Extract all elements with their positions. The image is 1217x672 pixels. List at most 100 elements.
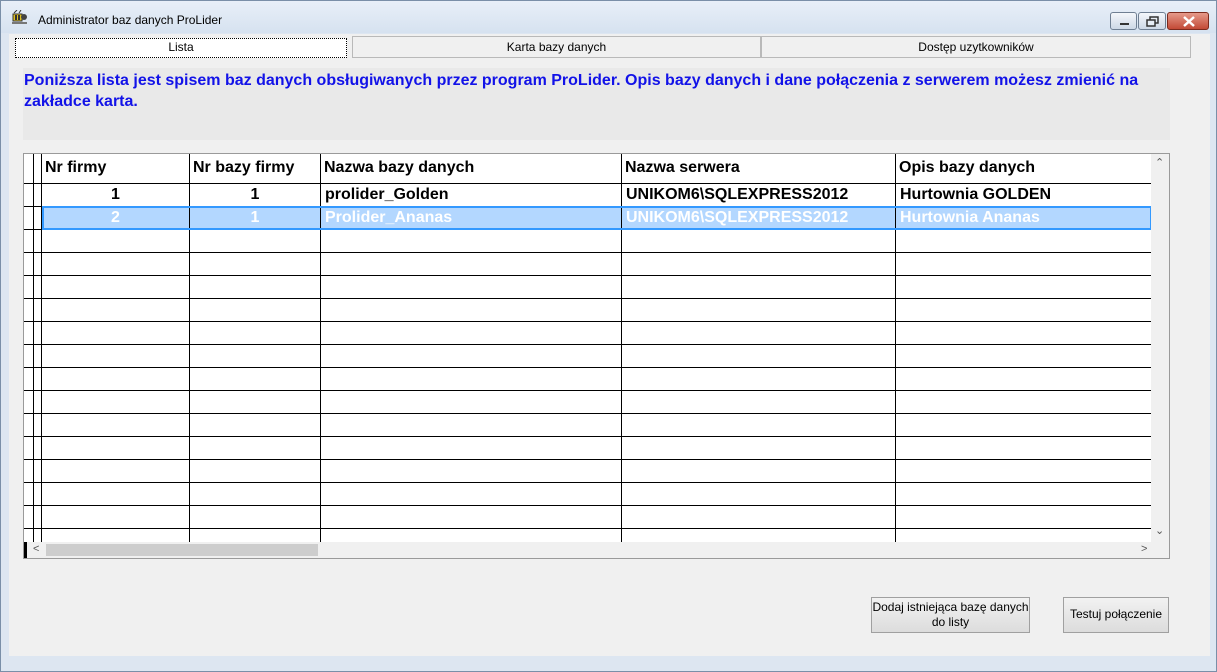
table-cell[interactable]: prolider_Golden bbox=[321, 184, 622, 207]
table-cell[interactable] bbox=[321, 529, 622, 542]
table-cell[interactable] bbox=[896, 276, 1152, 299]
table-cell[interactable] bbox=[190, 345, 321, 368]
table-cell[interactable]: Hurtownia GOLDEN bbox=[896, 184, 1152, 207]
table-cell[interactable] bbox=[896, 414, 1152, 437]
row-indicator bbox=[24, 253, 34, 276]
close-button[interactable] bbox=[1167, 12, 1209, 30]
table-cell[interactable] bbox=[42, 299, 190, 322]
scroll-down-icon[interactable]: ⌄ bbox=[1155, 524, 1164, 537]
table-cell[interactable] bbox=[42, 391, 190, 414]
table-cell[interactable] bbox=[622, 391, 896, 414]
table-cell[interactable]: 1 bbox=[42, 184, 190, 207]
table-cell[interactable] bbox=[190, 230, 321, 253]
table-cell[interactable] bbox=[321, 437, 622, 460]
table-cell[interactable] bbox=[321, 460, 622, 483]
table-cell[interactable] bbox=[42, 529, 190, 542]
tab-dostep-uzytkownikow[interactable]: Dostęp uzytkowników bbox=[761, 36, 1191, 58]
table-cell[interactable] bbox=[896, 506, 1152, 529]
table-cell[interactable] bbox=[42, 322, 190, 345]
vertical-scrollbar[interactable]: ⌃ ⌄ bbox=[1151, 154, 1169, 542]
table-cell[interactable] bbox=[321, 322, 622, 345]
table-cell[interactable] bbox=[190, 322, 321, 345]
table-cell[interactable] bbox=[896, 253, 1152, 276]
restore-button[interactable] bbox=[1138, 12, 1166, 30]
table-cell[interactable] bbox=[896, 299, 1152, 322]
table-cell[interactable] bbox=[896, 483, 1152, 506]
table-cell[interactable]: 1 bbox=[190, 184, 321, 207]
table-cell[interactable] bbox=[321, 276, 622, 299]
table-cell[interactable] bbox=[190, 391, 321, 414]
table-cell[interactable] bbox=[190, 299, 321, 322]
table-cell[interactable] bbox=[190, 276, 321, 299]
table-cell[interactable] bbox=[622, 230, 896, 253]
table-cell[interactable] bbox=[42, 253, 190, 276]
column-header[interactable]: Nr bazy firmy bbox=[190, 154, 321, 184]
table-cell[interactable] bbox=[896, 368, 1152, 391]
column-header[interactable]: Opis bazy danych bbox=[896, 154, 1152, 184]
horizontal-scrollbar[interactable]: < > bbox=[24, 542, 1169, 558]
table-cell[interactable] bbox=[896, 345, 1152, 368]
table-cell[interactable] bbox=[321, 368, 622, 391]
table-cell[interactable] bbox=[896, 460, 1152, 483]
table-cell[interactable] bbox=[321, 391, 622, 414]
table-cell[interactable] bbox=[622, 506, 896, 529]
table-cell[interactable] bbox=[321, 345, 622, 368]
table-cell[interactable] bbox=[896, 437, 1152, 460]
column-header[interactable]: Nazwa bazy danych bbox=[321, 154, 622, 184]
table-cell[interactable] bbox=[42, 460, 190, 483]
table-cell[interactable] bbox=[190, 253, 321, 276]
table-cell[interactable] bbox=[190, 368, 321, 391]
table-cell[interactable] bbox=[190, 506, 321, 529]
column-header[interactable]: Nazwa serwera bbox=[622, 154, 896, 184]
scroll-left-icon[interactable]: < bbox=[33, 543, 39, 555]
horizontal-scroll-thumb[interactable] bbox=[46, 544, 318, 556]
table-cell[interactable] bbox=[622, 368, 896, 391]
table-cell[interactable] bbox=[190, 437, 321, 460]
tab-lista[interactable]: Lista bbox=[15, 38, 347, 58]
table-cell[interactable] bbox=[321, 230, 622, 253]
grid-body: Nr firmy Nr bazy firmy Nazwa bazy danych Na… bbox=[24, 154, 1152, 542]
table-cell[interactable] bbox=[321, 506, 622, 529]
scroll-right-icon[interactable]: > bbox=[1141, 543, 1147, 555]
database-list-grid[interactable]: Nr firmy Nr bazy firmy Nazwa bazy danych Na… bbox=[23, 153, 1170, 559]
table-cell[interactable] bbox=[622, 437, 896, 460]
table-cell[interactable] bbox=[321, 299, 622, 322]
table-cell[interactable] bbox=[896, 230, 1152, 253]
table-cell[interactable] bbox=[896, 391, 1152, 414]
table-cell[interactable] bbox=[321, 483, 622, 506]
row-indicator bbox=[24, 276, 34, 299]
table-cell[interactable] bbox=[190, 414, 321, 437]
table-cell[interactable] bbox=[321, 253, 622, 276]
table-cell[interactable] bbox=[42, 345, 190, 368]
test-connection-button[interactable]: Testuj połączenie bbox=[1063, 597, 1169, 633]
table-cell[interactable] bbox=[190, 483, 321, 506]
minimize-button[interactable] bbox=[1110, 12, 1137, 30]
table-cell[interactable] bbox=[42, 506, 190, 529]
table-cell[interactable] bbox=[622, 253, 896, 276]
table-cell[interactable] bbox=[321, 414, 622, 437]
table-cell[interactable] bbox=[42, 230, 190, 253]
table-cell[interactable] bbox=[622, 460, 896, 483]
table-cell[interactable] bbox=[896, 322, 1152, 345]
table-cell[interactable] bbox=[622, 322, 896, 345]
table-cell[interactable] bbox=[42, 414, 190, 437]
table-cell[interactable] bbox=[42, 276, 190, 299]
table-cell[interactable] bbox=[42, 368, 190, 391]
table-cell[interactable]: UNIKOM6\SQLEXPRESS2012 bbox=[622, 184, 896, 207]
add-existing-database-button[interactable]: Dodaj istniejąca bazę danych do listy bbox=[871, 597, 1030, 633]
scroll-up-icon[interactable]: ⌃ bbox=[1155, 156, 1164, 169]
table-cell[interactable] bbox=[622, 483, 896, 506]
table-cell[interactable] bbox=[42, 437, 190, 460]
table-cell[interactable] bbox=[190, 460, 321, 483]
tab-karta-bazy-danych[interactable]: Karta bazy danych bbox=[352, 36, 761, 58]
title-bar[interactable]: Administrator baz danych ProLider bbox=[1, 1, 1216, 33]
table-cell[interactable] bbox=[896, 529, 1152, 542]
table-cell[interactable] bbox=[190, 529, 321, 542]
table-cell[interactable] bbox=[42, 483, 190, 506]
table-cell[interactable] bbox=[622, 529, 896, 542]
table-cell[interactable] bbox=[622, 345, 896, 368]
table-cell[interactable] bbox=[622, 414, 896, 437]
table-cell[interactable] bbox=[622, 276, 896, 299]
column-header[interactable]: Nr firmy bbox=[42, 154, 190, 184]
table-cell[interactable] bbox=[622, 299, 896, 322]
